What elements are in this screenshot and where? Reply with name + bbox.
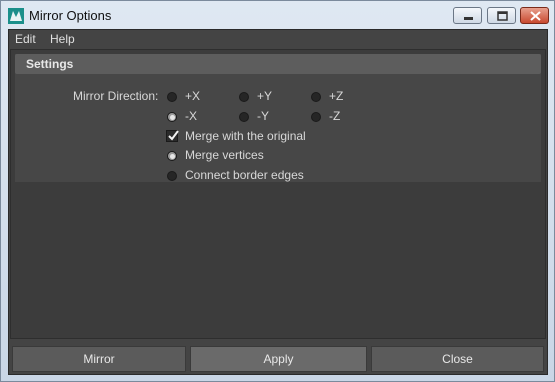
merge-with-original-checkbox[interactable] (166, 130, 179, 142)
mirror-direction-label: Mirror Direction: (73, 89, 159, 103)
maximize-button[interactable] (487, 7, 516, 24)
radio-minus-z-label: -Z (329, 109, 341, 123)
radio-plus-y[interactable] (239, 92, 249, 102)
merge-with-original-label: Merge with the original (185, 129, 306, 143)
connect-border-edges-label: Connect border edges (185, 168, 304, 182)
menu-help[interactable]: Help (50, 32, 75, 46)
radio-plus-x[interactable] (167, 92, 177, 102)
radio-plus-z-label: +Z (329, 89, 344, 103)
radio-minus-z[interactable] (311, 112, 321, 122)
radio-minus-x-label: -X (185, 109, 197, 123)
window-title: Mirror Options (29, 8, 112, 23)
mirror-options-window: Mirror Options Edit Help Settings Mirror… (0, 0, 555, 382)
radio-minus-y[interactable] (239, 112, 249, 122)
radio-plus-x-label: +X (185, 89, 201, 103)
radio-plus-z[interactable] (311, 92, 321, 102)
options-area: Settings Mirror Direction: +X +Y +Z -X -… (10, 49, 546, 339)
radio-connect-border-edges[interactable] (167, 171, 177, 181)
maya-app-icon (8, 8, 24, 24)
radio-minus-y-label: -Y (257, 109, 269, 123)
settings-header-label: Settings (26, 57, 74, 71)
menu-bar: Edit Help (9, 30, 547, 48)
radio-merge-vertices[interactable] (167, 151, 177, 161)
merge-vertices-label: Merge vertices (185, 148, 264, 162)
menu-edit[interactable]: Edit (15, 32, 36, 46)
title-bar[interactable]: Mirror Options (1, 1, 554, 29)
radio-minus-x[interactable] (167, 112, 177, 122)
minimize-button[interactable] (453, 7, 482, 24)
close-window-button[interactable] (520, 7, 549, 24)
mirror-button[interactable]: Mirror (12, 346, 186, 372)
checkmark-icon (168, 130, 179, 141)
close-button[interactable]: Close (371, 346, 544, 372)
settings-frame: Settings Mirror Direction: +X +Y +Z -X -… (15, 54, 541, 182)
settings-frame-header[interactable]: Settings (15, 54, 541, 74)
apply-button[interactable]: Apply (190, 346, 367, 372)
radio-plus-y-label: +Y (257, 89, 273, 103)
dialog-client: Edit Help Settings Mirror Direction: +X … (8, 29, 548, 375)
